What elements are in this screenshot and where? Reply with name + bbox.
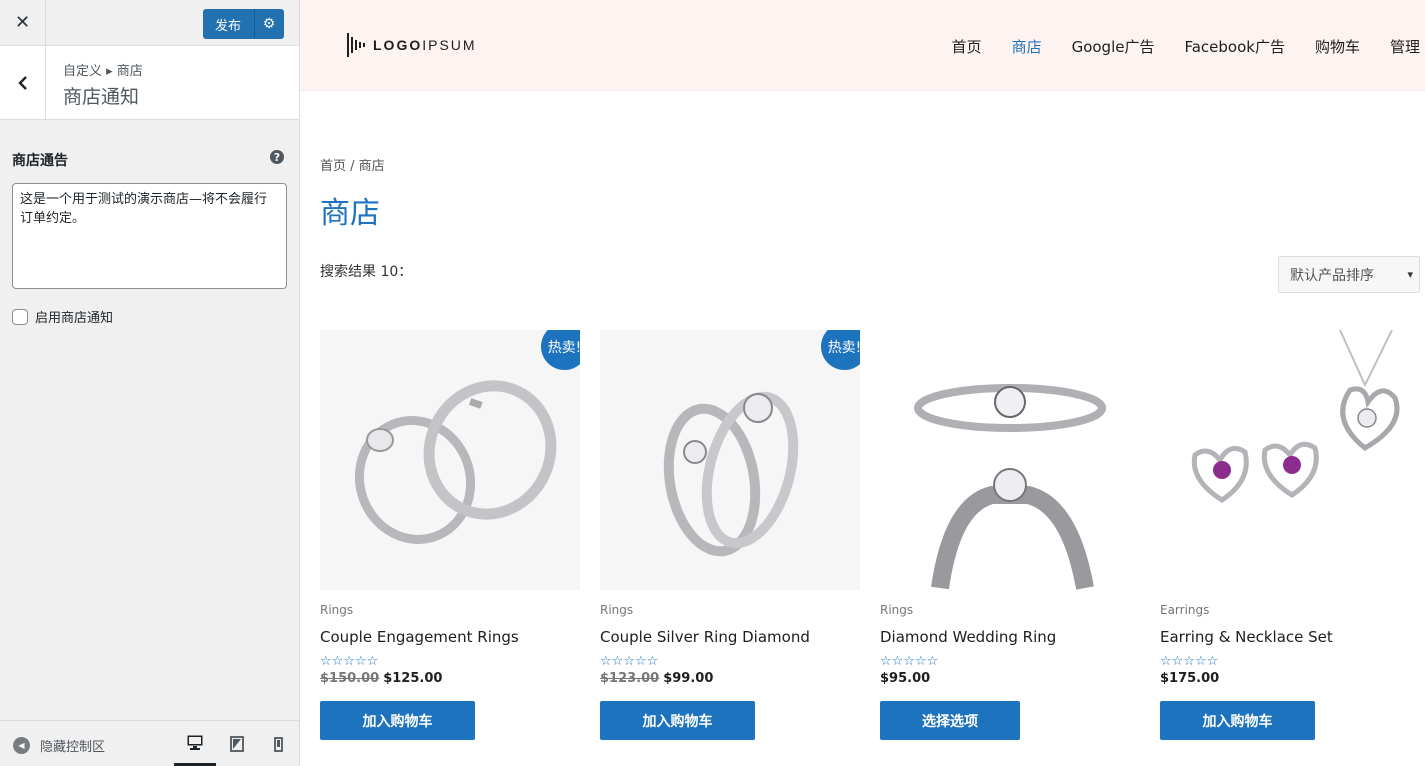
product-card: Earrings Earring & Necklace Set ☆☆☆☆☆ $1…: [1160, 330, 1420, 740]
site-preview: LOGOIPSUM 首页 商店 Google广告 Facebook广告 购物车 …: [300, 0, 1425, 766]
nav-facebook-ads[interactable]: Facebook广告: [1184, 36, 1284, 57]
preview-mobile-button[interactable]: [257, 721, 299, 766]
tablet-icon: [230, 736, 244, 752]
close-customizer-button[interactable]: ✕: [0, 0, 46, 45]
product-card: 热卖! Rings Couple Silver Ring Diamond ☆☆☆…: [600, 330, 860, 740]
star-rating-icon: ☆☆☆☆☆: [600, 654, 659, 669]
logo-mark-icon: [347, 33, 365, 57]
nav-cart[interactable]: 购物车: [1315, 36, 1360, 57]
nav-home[interactable]: 首页: [952, 36, 982, 57]
preview-tablet-button[interactable]: [216, 721, 258, 766]
product-category: Earrings: [1160, 603, 1210, 617]
enable-store-notice-checkbox[interactable]: [12, 308, 28, 325]
select-options-button[interactable]: 选择选项: [880, 701, 1020, 740]
chevron-down-icon: ▾: [1407, 268, 1413, 281]
collapse-sidebar-label: 隐藏控制区: [40, 740, 106, 755]
customizer-footer: ◀ 隐藏控制区: [0, 720, 299, 766]
publish-settings-button[interactable]: ⚙: [254, 9, 284, 39]
product-name[interactable]: Couple Engagement Rings: [320, 628, 580, 646]
ring-pair-image: [663, 391, 799, 557]
product-name[interactable]: Diamond Wedding Ring: [880, 628, 1140, 646]
current-price: $125.00: [383, 671, 443, 686]
product-price: $95.00: [880, 671, 1140, 686]
add-to-cart-button[interactable]: 加入购物车: [320, 701, 475, 740]
star-rating-icon: ☆☆☆☆☆: [1160, 654, 1219, 669]
store-notice-textarea[interactable]: 这是一个用于测试的演示商店—将不会履行订单约定。: [12, 183, 287, 289]
breadcrumb: 首页 / 商店: [320, 159, 385, 174]
logo-text: LOGOIPSUM: [373, 37, 477, 53]
publish-button[interactable]: 发布: [202, 9, 254, 39]
site-header: LOGOIPSUM 首页 商店 Google广告 Facebook广告 购物车 …: [300, 0, 1425, 91]
section-title: 商店通知: [63, 86, 140, 108]
star-rating-icon: ☆☆☆☆☆: [320, 654, 379, 669]
product-image[interactable]: 热卖!: [600, 330, 860, 590]
product-image[interactable]: [880, 330, 1140, 590]
product-price: $175.00: [1160, 671, 1420, 686]
product-image[interactable]: 热卖!: [320, 330, 580, 590]
add-to-cart-button[interactable]: 加入购物车: [600, 701, 755, 740]
customizer-breadcrumb: 自定义 ▸ 商店: [63, 64, 143, 79]
collapse-sidebar-button[interactable]: ◀ 隐藏控制区: [13, 736, 105, 755]
old-price: $150.00: [320, 671, 380, 686]
ring-pair-image: [354, 380, 557, 544]
enable-store-notice-control[interactable]: 启用商店通知: [12, 307, 113, 326]
wedding-ring-image: [914, 384, 1106, 590]
help-icon[interactable]: ?: [270, 150, 284, 164]
section-header: 自定义 ▸ 商店 商店通知: [0, 46, 299, 120]
nav-shop[interactable]: 商店: [1012, 36, 1042, 57]
earring-necklace-image: [1191, 330, 1400, 503]
add-to-cart-button[interactable]: 加入购物车: [1160, 701, 1315, 740]
product-card: Rings Diamond Wedding Ring ☆☆☆☆☆ $95.00 …: [880, 330, 1140, 740]
result-count: 搜索结果 10：: [320, 264, 413, 280]
product-name[interactable]: Couple Silver Ring Diamond: [600, 628, 860, 646]
nav-google-ads[interactable]: Google广告: [1072, 36, 1155, 57]
publish-group: 发布 ⚙: [202, 9, 284, 39]
product-name[interactable]: Earring & Necklace Set: [1160, 628, 1420, 646]
desktop-icon: [187, 735, 203, 750]
customizer-header: ✕ 发布 ⚙: [0, 0, 299, 46]
close-icon: ✕: [14, 12, 31, 33]
product-price: $123.00 $99.00: [600, 671, 860, 686]
product-category: Rings: [320, 603, 354, 617]
main-navigation: 首页 商店 Google广告 Facebook广告 购物车 管理: [922, 36, 1420, 57]
sort-select-value: 默认产品排序: [1290, 267, 1374, 284]
star-rating-icon: ☆☆☆☆☆: [880, 654, 939, 669]
arrow-left-circle-icon: ◀: [13, 737, 30, 754]
current-price: $99.00: [663, 671, 714, 686]
product-image[interactable]: [1160, 330, 1420, 590]
sort-select[interactable]: 默认产品排序 ▾: [1278, 256, 1420, 293]
current-price: $175.00: [1160, 671, 1220, 686]
product-card: 热卖! Rings Couple Engagement Rings ☆☆☆☆☆ …: [320, 330, 580, 740]
old-price: $123.00: [600, 671, 660, 686]
enable-store-notice-label: 启用商店通知: [35, 311, 114, 326]
site-logo[interactable]: LOGOIPSUM: [347, 30, 477, 60]
product-category: Rings: [600, 603, 634, 617]
nav-admin[interactable]: 管理: [1390, 36, 1420, 57]
product-price: $150.00 $125.00: [320, 671, 580, 686]
chevron-left-icon: [17, 75, 27, 90]
gear-icon: ⚙: [262, 16, 276, 32]
store-notice-label: 商店通告: [12, 153, 68, 169]
product-category: Rings: [880, 603, 914, 617]
customizer-sidebar: ✕ 发布 ⚙ 自定义 ▸ 商店 商店通知 商店通告 ? 这是一个用于测试的演示商…: [0, 0, 300, 766]
back-button[interactable]: [0, 46, 46, 119]
preview-desktop-button[interactable]: [174, 721, 216, 766]
page-title: 商店: [320, 196, 380, 231]
mobile-icon: [273, 736, 283, 752]
current-price: $95.00: [880, 671, 931, 686]
